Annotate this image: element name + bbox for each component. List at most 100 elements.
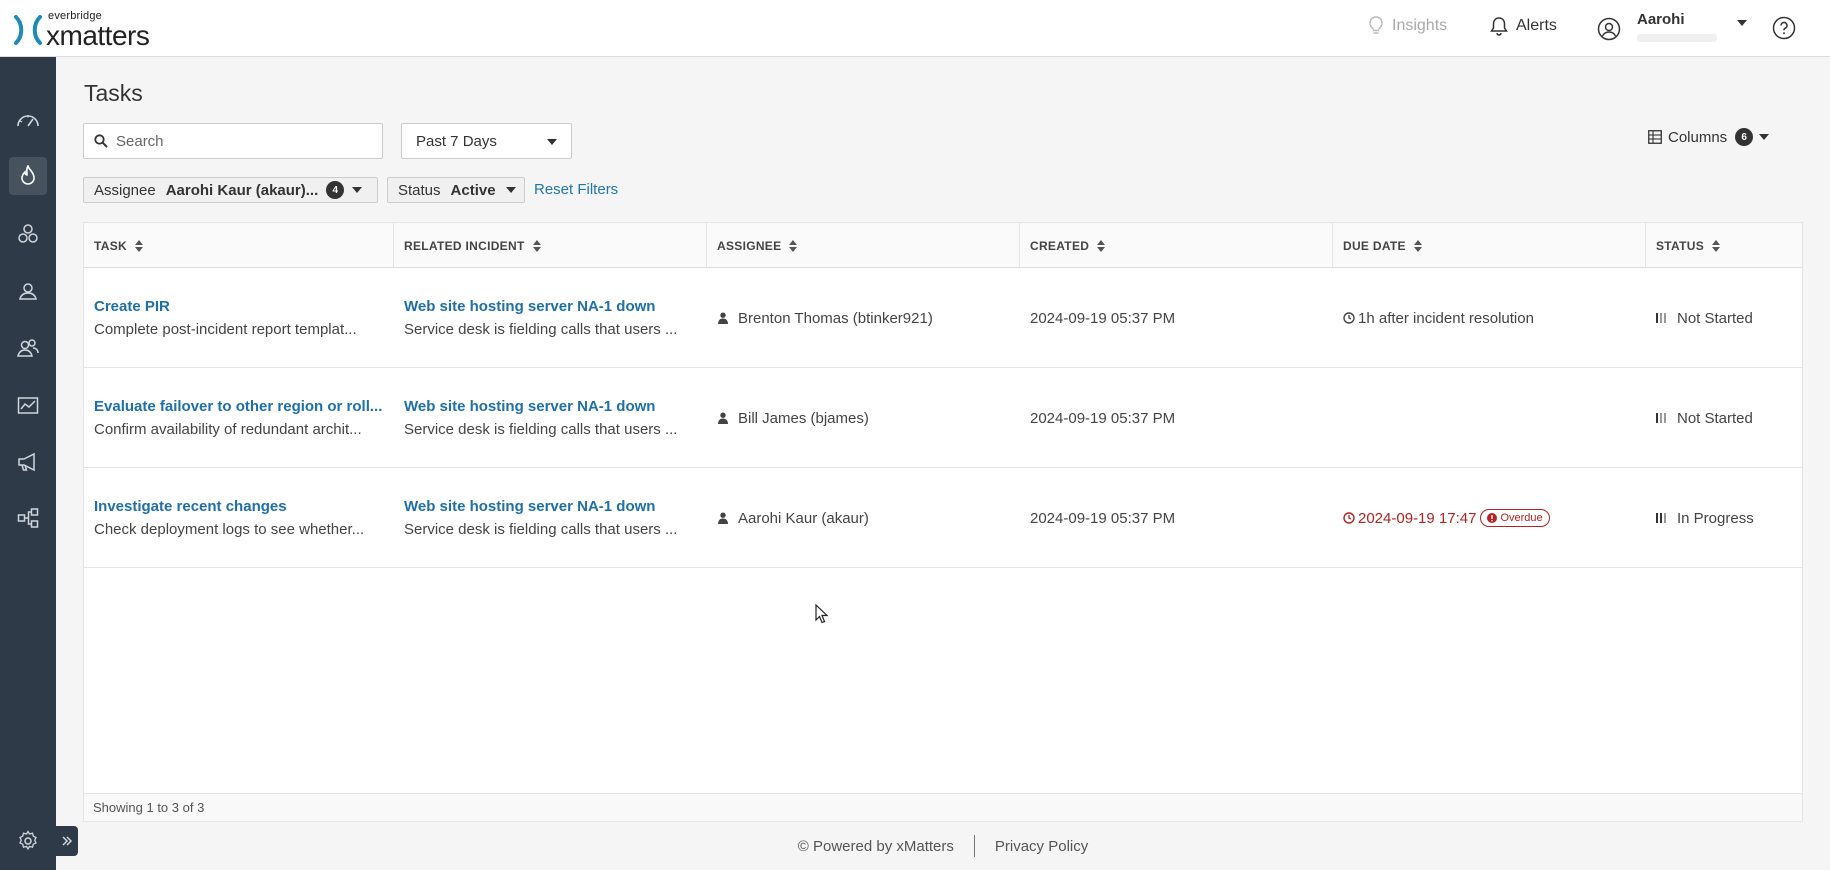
incident-link[interactable]: Web site hosting server NA-1 down xyxy=(404,398,699,415)
assignee-cell: Aarohi Kaur (akaur) xyxy=(707,468,1020,568)
sidebar-item-groups[interactable] xyxy=(9,329,47,367)
sidebar-item-users[interactable] xyxy=(9,272,47,310)
columns-button[interactable]: Columns 6 xyxy=(1648,128,1770,146)
xmatters-logo[interactable]: everbridge xmatters xyxy=(14,10,150,50)
sort-icon xyxy=(1413,239,1422,252)
task-link[interactable]: Investigate recent changes xyxy=(94,498,384,515)
privacy-policy-link[interactable]: Privacy Policy xyxy=(995,838,1088,855)
status-progress-icon xyxy=(1656,413,1668,423)
column-header-due-date[interactable]: DUE DATE xyxy=(1333,223,1646,268)
powered-by-text: © Powered by xMatters xyxy=(797,837,954,855)
mouse-cursor-icon xyxy=(815,604,829,624)
sort-icon xyxy=(134,239,143,252)
assignee-count-badge: 4 xyxy=(326,181,345,199)
person-icon xyxy=(718,312,728,324)
alerts-button[interactable]: Alerts xyxy=(1490,16,1557,36)
task-description: Complete post-incident report templat... xyxy=(94,321,357,338)
assignee-filter-chip[interactable]: Assignee Aarohi Kaur (akaur)... 4 xyxy=(83,177,378,203)
sidebar-item-dashboard[interactable] xyxy=(9,101,47,139)
created-value: 2024-09-19 05:37 PM xyxy=(1030,409,1176,427)
incident-link[interactable]: Web site hosting server NA-1 down xyxy=(404,498,699,515)
due-date-cell xyxy=(1333,368,1646,468)
page-footer: © Powered by xMatters Privacy Policy xyxy=(56,822,1830,870)
logo-everbridge-text: everbridge xyxy=(48,10,102,22)
task-cell: Investigate recent changes Check deploym… xyxy=(84,468,384,568)
table-row[interactable]: Investigate recent changes Check deploym… xyxy=(84,468,1802,568)
due-date-cell: 1h after incident resolution xyxy=(1333,268,1646,368)
task-link[interactable]: Evaluate failover to other region or rol… xyxy=(94,398,384,415)
created-value: 2024-09-19 05:37 PM xyxy=(1030,309,1176,327)
chevron-down-icon xyxy=(1759,134,1770,140)
assignee-cell: Bill James (bjames) xyxy=(707,368,1020,468)
sidebar xyxy=(0,57,56,870)
sidebar-item-settings[interactable] xyxy=(9,822,47,860)
reset-filters-link[interactable]: Reset Filters xyxy=(534,181,618,198)
date-range-select[interactable]: Past 7 Days xyxy=(401,123,572,159)
clock-icon xyxy=(1343,512,1355,524)
assignee-name: Aarohi Kaur (akaur) xyxy=(738,509,869,527)
task-link[interactable]: Create PIR xyxy=(94,298,384,315)
sort-icon xyxy=(1712,239,1721,252)
table-row[interactable]: Create PIR Complete post-incident report… xyxy=(84,268,1802,368)
column-header-task[interactable]: TASK xyxy=(84,223,394,268)
workflows-icon xyxy=(17,508,39,528)
footer-divider xyxy=(973,835,975,857)
column-header-assignee[interactable]: ASSIGNEE xyxy=(707,223,1020,268)
incident-link[interactable]: Web site hosting server NA-1 down xyxy=(404,298,699,315)
messaging-megaphone-icon xyxy=(18,452,35,472)
groups-icon xyxy=(17,339,39,357)
incidents-flame-icon xyxy=(21,165,35,185)
status-cell: Not Started xyxy=(1646,368,1802,468)
incident-cell: Web site hosting server NA-1 down Servic… xyxy=(394,368,699,468)
alert-circle-icon xyxy=(1487,513,1498,523)
sidebar-item-workflows[interactable] xyxy=(9,499,47,537)
person-icon xyxy=(718,412,728,424)
tasks-table: TASK RELATED INCIDENT ASSIGNEE CREATED D… xyxy=(83,222,1803,822)
assignee-name: Bill James (bjames) xyxy=(738,409,869,427)
xmatters-x-logo-icon xyxy=(14,15,42,45)
column-header-related-incident[interactable]: RELATED INCIDENT xyxy=(394,223,707,268)
status-cell: Not Started xyxy=(1646,268,1802,368)
user-avatar-icon xyxy=(1597,17,1621,40)
status-value: Not Started xyxy=(1677,309,1753,327)
created-value: 2024-09-19 05:37 PM xyxy=(1030,509,1176,527)
overdue-label: Overdue xyxy=(1500,512,1543,524)
sort-icon xyxy=(789,239,798,252)
column-header-created[interactable]: CREATED xyxy=(1020,223,1333,268)
status-filter-label: Status xyxy=(398,181,441,199)
table-row[interactable]: Evaluate failover to other region or rol… xyxy=(84,368,1802,468)
table-grid-icon xyxy=(1648,130,1662,144)
columns-count-badge: 6 xyxy=(1735,128,1754,146)
table-footer-count: Showing 1 to 3 of 3 xyxy=(84,793,1802,821)
help-icon xyxy=(1772,16,1796,40)
column-header-status[interactable]: STATUS xyxy=(1646,223,1802,268)
sort-icon xyxy=(1097,239,1106,252)
sidebar-item-services[interactable] xyxy=(9,215,47,253)
user-menu[interactable]: Aarohi xyxy=(1597,11,1747,42)
created-cell: 2024-09-19 05:37 PM xyxy=(1020,368,1333,468)
date-range-value: Past 7 Days xyxy=(416,132,497,150)
sidebar-item-messaging[interactable] xyxy=(9,443,47,481)
status-filter-chip[interactable]: Status Active xyxy=(387,177,525,203)
status-progress-icon xyxy=(1656,513,1668,523)
services-icon xyxy=(18,224,38,243)
assignee-filter-value: Aarohi Kaur (akaur)... xyxy=(165,181,319,199)
chevron-down-icon xyxy=(505,187,516,193)
chevron-down-icon xyxy=(547,139,557,145)
insights-button[interactable]: Insights xyxy=(1368,16,1447,36)
person-icon xyxy=(718,512,728,524)
user-icon xyxy=(19,283,37,300)
settings-gear-icon xyxy=(19,830,37,851)
sidebar-item-reports[interactable] xyxy=(9,387,47,425)
search-input[interactable] xyxy=(116,132,366,150)
status-value: In Progress xyxy=(1677,509,1754,527)
search-box[interactable] xyxy=(83,123,383,159)
due-date-value: 1h after incident resolution xyxy=(1358,309,1534,327)
sidebar-item-incidents[interactable] xyxy=(9,157,47,195)
help-button[interactable] xyxy=(1772,16,1796,45)
task-cell: Evaluate failover to other region or rol… xyxy=(84,368,384,468)
search-icon xyxy=(94,134,108,148)
insights-label: Insights xyxy=(1392,17,1448,34)
assignee-filter-label: Assignee xyxy=(94,181,156,199)
incident-description: Service desk is fielding calls that user… xyxy=(404,321,678,338)
